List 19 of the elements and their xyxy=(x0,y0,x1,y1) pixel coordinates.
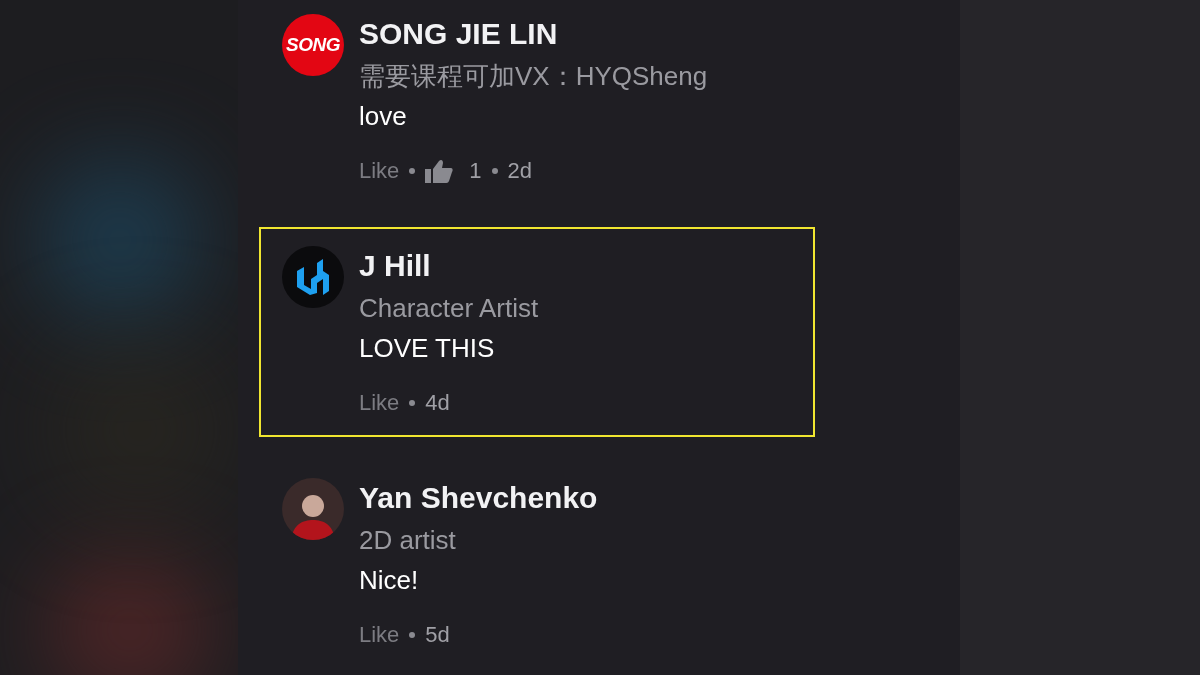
blocks-logo-icon xyxy=(295,259,331,295)
like-button[interactable]: Like xyxy=(359,388,400,418)
author-headline: 2D artist xyxy=(359,524,457,557)
author-headline: 需要课程可加VX：HYQSheng xyxy=(359,60,708,93)
like-count: 1 xyxy=(469,157,482,185)
like-button[interactable]: Like xyxy=(359,156,400,186)
comment-time: 5d xyxy=(425,621,450,649)
author-name[interactable]: J Hill xyxy=(359,246,539,286)
comment-text: Nice! xyxy=(359,564,420,597)
author-headline: Character Artist xyxy=(359,292,539,325)
avatar-logo-text: SONG xyxy=(285,32,341,57)
comment-time: 4d xyxy=(425,389,450,417)
thumbs-up-icon xyxy=(425,159,454,183)
author-name[interactable]: SONG JIE LIN xyxy=(359,14,708,54)
comment-text: LOVE THIS xyxy=(359,332,496,365)
like-button[interactable]: Like xyxy=(359,620,400,650)
author-name[interactable]: Yan Shevchenko xyxy=(359,478,598,518)
comment-text: love xyxy=(359,100,408,133)
comment-time: 2d xyxy=(507,157,533,185)
